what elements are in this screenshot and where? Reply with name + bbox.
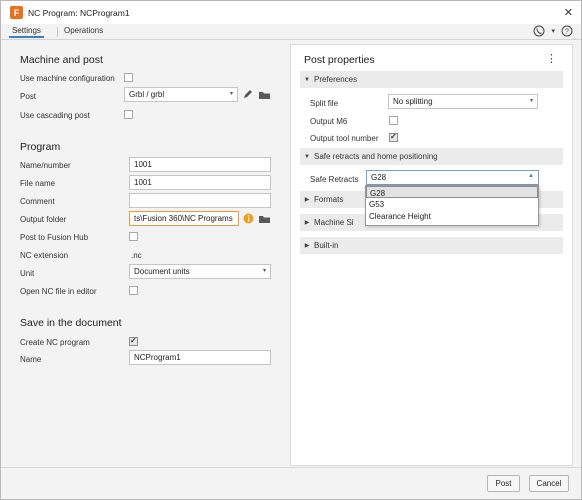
- safe-retracts-value: G28: [371, 173, 387, 182]
- use-machine-config-checkbox[interactable]: [124, 73, 133, 82]
- comment-field[interactable]: [129, 193, 271, 208]
- nc-program-dialog: F NC Program: NCProgram1 ✕ Settings Oper…: [0, 0, 582, 500]
- split-file-label: Split file: [310, 99, 339, 108]
- output-tool-number-checkbox[interactable]: [389, 132, 398, 142]
- section-built-in-label: Built-in: [314, 241, 339, 250]
- post-select-value: Grbl / grbl: [129, 90, 165, 99]
- output-m6-checkbox[interactable]: [389, 116, 398, 125]
- settings-left-panel: Machine and post Use machine configurati…: [10, 45, 288, 465]
- chevron-right-icon: ▶: [304, 197, 310, 203]
- title-bar: F NC Program: NCProgram1 ✕: [1, 1, 581, 24]
- open-nc-checkbox[interactable]: [129, 286, 138, 295]
- footer-divider: [1, 467, 581, 468]
- section-machine-label: Machine Si: [314, 218, 354, 227]
- help-icon[interactable]: ?: [561, 25, 573, 37]
- use-cascading-checkbox[interactable]: [124, 110, 133, 119]
- chevron-down-icon: ▼: [304, 76, 310, 83]
- tab-settings[interactable]: Settings: [9, 26, 44, 38]
- window-title: NC Program: NCProgram1: [28, 7, 130, 18]
- unit-label: Unit: [20, 269, 35, 278]
- unit-select[interactable]: Document units ▾: [129, 264, 271, 279]
- chevron-down-icon[interactable]: ▾: [551, 27, 555, 35]
- save-heading: Save in the document: [20, 317, 122, 329]
- use-cascading-label: Use cascading post: [20, 111, 90, 120]
- dropdown-option-clearance-height[interactable]: Clearance Height: [366, 210, 538, 222]
- safe-retracts-dropdown-list: G28 G53 Clearance Height: [365, 185, 539, 226]
- safe-retracts-label: Safe Retracts: [310, 175, 359, 184]
- post-button[interactable]: Post: [487, 475, 520, 492]
- output-folder-field[interactable]: ts\Fusion 360\NC Programs: [129, 211, 239, 226]
- chevron-down-icon: ▾: [262, 268, 266, 274]
- close-icon[interactable]: ✕: [564, 6, 573, 19]
- tab-divider: [57, 27, 58, 37]
- post-select[interactable]: Grbl / grbl ▾: [124, 87, 238, 102]
- file-name-label: File name: [20, 179, 56, 188]
- folder-icon[interactable]: [258, 214, 271, 224]
- name-number-label: Name/number: [20, 161, 71, 170]
- safe-retracts-select[interactable]: G28 ▲: [366, 170, 539, 185]
- edit-pencil-icon[interactable]: [242, 89, 253, 100]
- split-file-value: No splitting: [393, 97, 433, 106]
- section-built-in[interactable]: ▶ Built-in: [300, 237, 563, 254]
- fusion-app-icon: F: [10, 6, 23, 19]
- svg-text:?: ?: [565, 29, 569, 36]
- open-nc-label: Open NC file in editor: [20, 287, 97, 296]
- tabbar-tools: ▾ ?: [533, 25, 573, 37]
- nc-extension-value: .nc: [131, 251, 142, 260]
- file-name-field[interactable]: 1001: [129, 175, 271, 190]
- chevron-down-icon: ▾: [529, 98, 533, 104]
- section-safe-retracts-label: Safe retracts and home positioning: [314, 152, 438, 161]
- name-label: Name: [20, 355, 42, 364]
- section-preferences[interactable]: ▼ Preferences: [300, 71, 563, 88]
- post-properties-heading: Post properties: [304, 54, 375, 66]
- chevron-down-icon: ▼: [304, 153, 310, 160]
- output-folder-label: Output folder: [20, 215, 67, 224]
- machine-post-heading: Machine and post: [20, 54, 103, 66]
- section-preferences-label: Preferences: [314, 75, 358, 84]
- name-number-field[interactable]: 1001: [129, 157, 271, 172]
- section-safe-retracts[interactable]: ▼ Safe retracts and home positioning: [300, 148, 563, 165]
- tab-operations[interactable]: Operations: [61, 26, 106, 35]
- dropdown-option-g28[interactable]: G28: [366, 186, 538, 198]
- chevron-up-icon: ▲: [528, 173, 534, 179]
- use-machine-config-label: Use machine configuration: [20, 74, 115, 83]
- nc-extension-label: NC extension: [20, 251, 69, 260]
- chevron-down-icon: ▾: [229, 91, 233, 97]
- chevron-right-icon: ▶: [304, 220, 310, 226]
- create-nc-label: Create NC program: [20, 338, 90, 347]
- section-formats-label: Formats: [314, 195, 344, 204]
- post-properties-panel: Post properties ⋮ ▼ Preferences Split fi…: [290, 44, 573, 466]
- split-file-select[interactable]: No splitting ▾: [388, 94, 538, 109]
- program-name-field[interactable]: NCProgram1: [129, 350, 271, 365]
- folder-icon[interactable]: [258, 90, 271, 100]
- more-options-icon[interactable]: ⋮: [546, 52, 557, 65]
- phone-help-icon[interactable]: [533, 25, 545, 37]
- create-nc-checkbox[interactable]: [129, 336, 138, 346]
- dropdown-option-g53[interactable]: G53: [366, 198, 538, 210]
- program-heading: Program: [20, 141, 61, 153]
- warning-info-icon[interactable]: [243, 213, 254, 224]
- comment-label: Comment: [20, 197, 55, 206]
- cancel-button[interactable]: Cancel: [529, 475, 569, 492]
- tab-bar: Settings Operations ▾ ?: [1, 24, 581, 40]
- unit-select-value: Document units: [134, 267, 190, 276]
- post-to-hub-checkbox[interactable]: [129, 232, 138, 241]
- post-label: Post: [20, 92, 37, 101]
- output-m6-label: Output M6: [310, 117, 348, 126]
- post-to-hub-label: Post to Fusion Hub: [20, 233, 89, 242]
- chevron-right-icon: ▶: [304, 243, 310, 249]
- output-tool-number-label: Output tool number: [310, 134, 379, 143]
